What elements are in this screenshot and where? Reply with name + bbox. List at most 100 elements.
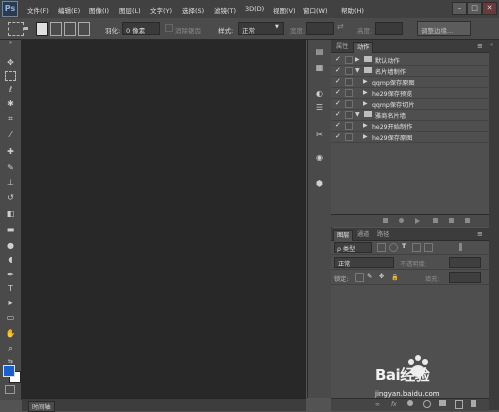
blur-tool-icon[interactable]: ● <box>5 240 16 251</box>
tab-properties[interactable]: 属性 <box>333 42 351 52</box>
adjustments-panel-icon[interactable]: ◐ <box>313 88 326 99</box>
menu-view[interactable]: 视图(V) <box>273 5 296 15</box>
brush-panel-icon[interactable]: ◉ <box>313 152 326 163</box>
menu-select[interactable]: 选择(S) <box>182 5 204 15</box>
maximize-button[interactable]: □ <box>467 2 482 15</box>
lock-transparent-icon[interactable] <box>355 273 364 282</box>
tools-collapse-icon[interactable]: » <box>5 41 16 46</box>
dialog-toggle-box[interactable] <box>345 122 353 130</box>
new-action-icon[interactable] <box>449 218 454 223</box>
clone-stamp-tool-icon[interactable]: ⊥ <box>5 177 16 188</box>
dialog-toggle-box[interactable] <box>345 56 353 64</box>
dialog-toggle-box[interactable] <box>345 67 353 75</box>
expand-icon[interactable]: ▶ <box>363 78 368 85</box>
shape-tool-icon[interactable]: ▭ <box>5 312 16 323</box>
minimize-button[interactable]: – <box>452 2 467 15</box>
close-button[interactable]: ✕ <box>482 2 497 15</box>
menu-type[interactable]: 文字(Y) <box>150 5 172 15</box>
preset-dropdown-icon[interactable] <box>24 27 28 30</box>
new-set-icon[interactable] <box>433 218 438 223</box>
layer-filter-select[interactable]: ρ 类型 <box>334 242 372 253</box>
expand-icon[interactable]: ▶ <box>363 100 368 107</box>
path-selection-tool-icon[interactable]: ▸ <box>5 297 16 308</box>
marquee-tool-preset-icon[interactable] <box>8 22 24 36</box>
type-tool-icon[interactable]: T <box>5 283 16 294</box>
menu-file[interactable]: 文件(F) <box>27 5 49 15</box>
fill-input[interactable] <box>449 272 481 283</box>
dodge-tool-icon[interactable]: ◖ <box>5 254 16 265</box>
intersect-selection-icon[interactable] <box>78 22 90 36</box>
refine-edge-button[interactable]: 调整边缘... <box>417 21 471 36</box>
healing-brush-tool-icon[interactable]: ✚ <box>5 146 16 157</box>
subtract-selection-icon[interactable] <box>64 22 76 36</box>
style-select[interactable]: 正常 ▼ <box>238 22 284 35</box>
tab-paths[interactable]: 路径 <box>374 230 392 240</box>
lock-image-icon[interactable]: ✎ <box>367 273 372 280</box>
check-icon[interactable]: ✓ <box>335 111 341 118</box>
tool-presets-icon[interactable]: ✂ <box>313 129 326 140</box>
new-selection-icon[interactable] <box>36 22 48 36</box>
stop-icon[interactable] <box>383 218 388 223</box>
3d-panel-icon[interactable]: ⬢ <box>313 178 326 189</box>
check-icon[interactable]: ✓ <box>335 78 341 85</box>
filter-pixel-icon[interactable] <box>377 243 386 252</box>
lock-all-icon[interactable]: 🔒 <box>391 273 399 281</box>
check-icon[interactable]: ✓ <box>335 89 341 96</box>
filter-type-icon[interactable]: T <box>402 243 406 250</box>
filter-shape-icon[interactable] <box>412 243 421 252</box>
action-row[interactable]: ✓ ▶ he29保存原图 <box>331 131 489 143</box>
delete-icon[interactable] <box>465 218 470 223</box>
quick-mask-icon[interactable] <box>5 385 15 394</box>
expand-icon[interactable]: ▶ <box>363 89 368 96</box>
expand-icon[interactable]: ▶ <box>363 133 368 140</box>
height-input[interactable] <box>375 22 403 35</box>
move-tool-icon[interactable]: ✥ <box>5 57 16 68</box>
color-panel-icon[interactable]: ▦ <box>313 62 326 73</box>
panel-menu-icon[interactable]: ≡ <box>477 42 483 50</box>
magic-wand-tool-icon[interactable]: ✱ <box>5 98 16 109</box>
dialog-toggle-box[interactable] <box>345 100 353 108</box>
dialog-toggle-box[interactable] <box>345 78 353 86</box>
menu-edit[interactable]: 编辑(E) <box>58 5 80 15</box>
tab-channels[interactable]: 通道 <box>354 230 372 240</box>
menu-image[interactable]: 图像(I) <box>89 5 109 15</box>
filter-toggle[interactable] <box>459 243 462 251</box>
expand-icon[interactable]: ▶ <box>355 56 360 63</box>
dialog-toggle-box[interactable] <box>345 133 353 141</box>
marquee-tool-icon[interactable] <box>5 71 16 81</box>
document-canvas[interactable] <box>22 40 306 398</box>
check-icon[interactable]: ✓ <box>335 56 341 63</box>
opacity-input[interactable] <box>449 257 481 268</box>
dialog-toggle-box[interactable] <box>345 111 353 119</box>
add-selection-icon[interactable] <box>50 22 62 36</box>
check-icon[interactable]: ✓ <box>335 133 341 140</box>
tab-actions[interactable]: 动作 <box>353 42 374 53</box>
menu-filter[interactable]: 滤镜(T) <box>214 5 236 15</box>
antialias-checkbox[interactable] <box>165 24 173 32</box>
swap-icon[interactable]: ⇄ <box>337 22 344 31</box>
menu-window[interactable]: 窗口(W) <box>303 5 328 15</box>
zoom-tool-icon[interactable]: ⌕ <box>5 343 16 354</box>
check-icon[interactable]: ✓ <box>335 122 341 129</box>
lasso-tool-icon[interactable]: ℓ <box>5 84 16 95</box>
history-brush-tool-icon[interactable]: ↺ <box>5 192 16 203</box>
width-input[interactable] <box>306 22 334 35</box>
filter-adjustment-icon[interactable] <box>389 243 398 252</box>
dialog-toggle-box[interactable] <box>345 89 353 97</box>
eyedropper-tool-icon[interactable]: ⁄ <box>5 129 16 140</box>
timeline-tab[interactable]: 时间轴 <box>28 401 55 412</box>
pen-tool-icon[interactable]: ✒ <box>5 269 16 280</box>
lock-position-icon[interactable]: ✥ <box>379 273 384 280</box>
layers-menu-icon[interactable]: ≡ <box>477 230 483 238</box>
check-icon[interactable]: ✓ <box>335 100 341 107</box>
filter-smart-icon[interactable] <box>424 243 433 252</box>
dock-collapse-icon[interactable]: « <box>490 42 493 48</box>
menu-layer[interactable]: 图层(L) <box>119 5 141 15</box>
menu-help[interactable]: 帮助(H) <box>341 5 364 15</box>
brush-tool-icon[interactable]: ✎ <box>5 162 16 173</box>
expand-icon[interactable]: ▼ <box>355 111 360 118</box>
eraser-tool-icon[interactable]: ◧ <box>5 208 16 219</box>
record-icon[interactable] <box>399 218 404 223</box>
expand-icon[interactable]: ▶ <box>363 122 368 129</box>
gradient-tool-icon[interactable]: ▬ <box>5 224 16 235</box>
